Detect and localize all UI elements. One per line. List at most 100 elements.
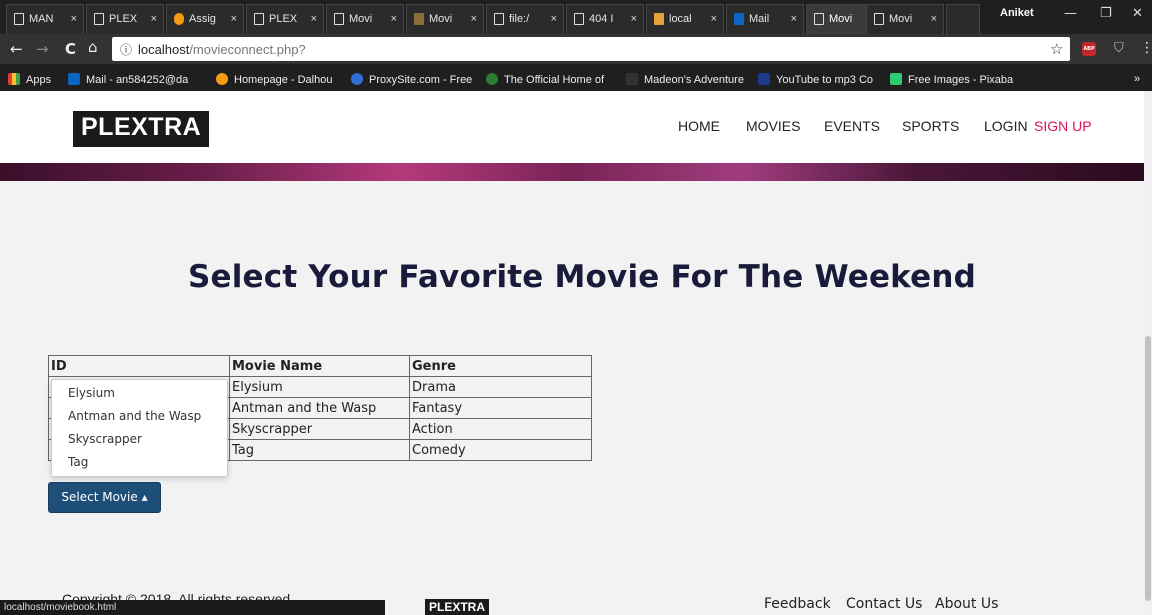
tab-label: MAN [29, 13, 54, 25]
browser-tab[interactable]: Movi × [406, 4, 484, 34]
new-tab-button[interactable] [946, 4, 980, 34]
nav-movies[interactable]: MOVIES [746, 118, 800, 134]
tab-label: Mail [749, 13, 770, 25]
tab-close-icon[interactable]: × [931, 13, 937, 25]
tab-close-icon[interactable]: × [711, 13, 717, 25]
browser-tab[interactable]: local × [646, 4, 724, 34]
movie-dropdown-menu: Elysium Antman and the Wasp Skyscrapper … [51, 379, 228, 477]
bookmark-official-home[interactable]: The Official Home of [486, 73, 604, 86]
table-cell-genre: Action [409, 418, 592, 440]
close-window-icon[interactable]: ✕ [1132, 6, 1143, 21]
info-icon[interactable]: ⓘ [120, 41, 132, 58]
select-movie-button[interactable]: Select Movie ▴ [48, 482, 161, 513]
bookmark-homepage[interactable]: Homepage - Dalhou [216, 73, 332, 86]
table-header-row: ID Movie Name Genre [48, 355, 592, 377]
tab-close-icon[interactable]: × [71, 13, 77, 25]
tab-close-icon[interactable]: × [471, 13, 477, 25]
nav-home[interactable]: HOME [678, 118, 720, 134]
tab-label: Movi [889, 13, 913, 25]
address-bar[interactable]: ⓘ localhost/movieconnect.php? [112, 37, 1070, 61]
page-icon [574, 13, 584, 25]
apps-grid-icon [8, 73, 20, 85]
bookmarks-more-icon[interactable]: » [1134, 73, 1140, 85]
browser-tab[interactable]: Movi × [326, 4, 404, 34]
table-cell-movie: Skyscrapper [229, 418, 410, 440]
pixabay-icon [890, 73, 902, 85]
profile-name[interactable]: Aniket [1000, 7, 1034, 19]
reload-icon[interactable]: C [65, 40, 76, 58]
dropdown-item-skyscrapper[interactable]: Skyscrapper [52, 428, 227, 451]
bookmark-apps[interactable]: Apps [8, 73, 51, 86]
page-icon [494, 13, 504, 25]
tab-close-icon[interactable]: × [151, 13, 157, 25]
minimize-icon[interactable]: — [1064, 6, 1077, 21]
dropdown-item-tag[interactable]: Tag [52, 451, 227, 474]
dropdown-item-elysium[interactable]: Elysium [52, 382, 227, 405]
browser-tab[interactable]: file:/ × [486, 4, 564, 34]
bookmark-youtube-mp3[interactable]: YouTube to mp3 Co [758, 73, 873, 86]
nav-login[interactable]: LOGIN [984, 118, 1028, 134]
nav-events[interactable]: EVENTS [824, 118, 880, 134]
table-cell-genre: Comedy [409, 439, 592, 461]
hero-banner-strip [0, 163, 1144, 181]
site-favicon-icon [486, 73, 498, 85]
bookmark-mail[interactable]: Mail - an584252@da [68, 73, 188, 86]
table-cell-genre: Drama [409, 376, 592, 398]
bookmark-proxysite[interactable]: ProxySite.com - Free [351, 73, 472, 86]
page-icon [94, 13, 104, 25]
site-header: PLEXTRA HOME MOVIES EVENTS SPORTS LOGIN … [0, 91, 1144, 163]
browser-tab[interactable]: 404 I × [566, 4, 644, 34]
tab-close-icon[interactable]: × [391, 13, 397, 25]
back-icon[interactable]: ← [10, 40, 23, 58]
browser-tab[interactable]: PLEX × [86, 4, 164, 34]
browser-tab[interactable]: Mail × [726, 4, 804, 34]
browser-tab[interactable]: Assig × [166, 4, 244, 34]
url-path: /movieconnect.php? [189, 42, 306, 57]
page-scrollbar[interactable] [1144, 91, 1152, 615]
bookmark-label: Madeon's Adventure [644, 74, 744, 86]
scrollbar-thumb[interactable] [1145, 336, 1151, 601]
shield-extension-icon[interactable]: ⛉ [1114, 41, 1124, 56]
column-header: Movie Name [229, 355, 410, 377]
footer-link-feedback[interactable]: Feedback [764, 596, 831, 612]
shield-icon [351, 73, 363, 85]
mail-icon [734, 13, 744, 25]
browser-tab[interactable]: PLEX × [246, 4, 324, 34]
tab-close-icon[interactable]: × [791, 13, 797, 25]
nav-sports[interactable]: SPORTS [902, 118, 959, 134]
tab-close-icon[interactable]: × [551, 13, 557, 25]
tab-label: Movi [829, 13, 853, 25]
bookmark-pixabay[interactable]: Free Images - Pixaba [890, 73, 1013, 86]
adblock-icon[interactable]: ABP [1082, 42, 1096, 56]
footer-link-about[interactable]: About Us [935, 596, 998, 612]
footer-logo[interactable]: PLEXTRA [425, 599, 490, 615]
browser-tab[interactable]: Movi × [866, 4, 944, 34]
footer-link-contact[interactable]: Contact Us [846, 596, 922, 612]
bookmark-star-icon[interactable]: ☆ [1050, 40, 1063, 58]
browser-tab[interactable]: MAN × [6, 4, 84, 34]
bookmark-label: The Official Home of [504, 74, 605, 86]
browser-menu-icon[interactable]: ⋮ [1140, 40, 1152, 56]
home-icon[interactable]: ⌂ [88, 38, 98, 56]
bookmarks-bar: Apps Mail - an584252@da Homepage - Dalho… [0, 64, 1152, 91]
tab-close-icon[interactable]: × [231, 13, 237, 25]
forward-icon[interactable]: → [36, 40, 49, 58]
tab-close-icon[interactable]: × [631, 13, 637, 25]
bookmark-label: Free Images - Pixaba [908, 74, 1014, 86]
tab-label: Movi [429, 13, 453, 25]
site-favicon-icon [626, 73, 638, 85]
page-icon [814, 13, 824, 25]
restore-icon[interactable]: ❐ [1100, 6, 1112, 21]
dropdown-item-antman[interactable]: Antman and the Wasp [52, 405, 227, 428]
tab-label: Assig [189, 13, 216, 25]
tab-close-icon[interactable]: × [311, 13, 317, 25]
nav-sign-up[interactable]: SIGN UP [1034, 118, 1092, 134]
tab-label: Movi [349, 13, 373, 25]
site-logo[interactable]: PLEXTRA [73, 111, 210, 147]
bookmark-madeon[interactable]: Madeon's Adventure [626, 73, 744, 86]
page-icon [254, 13, 264, 25]
table-cell-movie: Antman and the Wasp [229, 397, 410, 419]
url-host: localhost [138, 42, 190, 57]
bookmark-label: ProxySite.com - Free [369, 74, 473, 86]
tab-label: local [669, 13, 692, 25]
